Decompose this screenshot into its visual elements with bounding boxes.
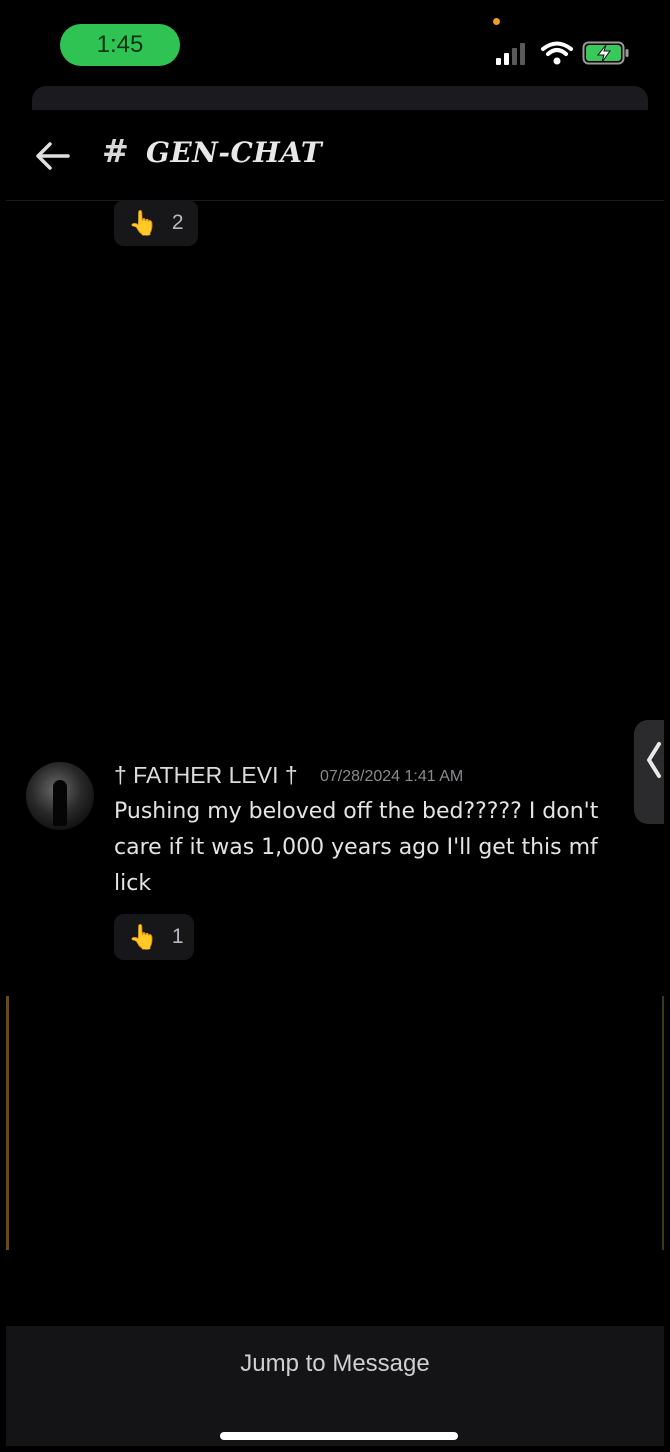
back-arrow-icon[interactable]	[34, 140, 70, 172]
jump-to-message-button[interactable]: Jump to Message	[6, 1342, 664, 1386]
channel-title[interactable]: GEN-CHAT	[146, 136, 322, 169]
status-time: 1:45	[60, 24, 180, 66]
reaction-count: 1	[171, 925, 184, 948]
message-timestamp: 07/28/2024 1:41 AM	[320, 768, 464, 785]
avatar-figure	[53, 780, 67, 826]
pointing-up-emoji-icon: 👆	[128, 923, 158, 951]
left-edge-accent	[6, 996, 9, 1250]
cellular-signal-icon	[496, 43, 525, 65]
message-username[interactable]: † FATHER LEVI †	[114, 762, 298, 789]
message-body: Pushing my beloved off the bed????? I do…	[114, 799, 599, 896]
right-edge-accent	[662, 996, 664, 1250]
wifi-icon	[541, 41, 573, 65]
avatar[interactable]	[26, 762, 94, 830]
sheet-edge	[32, 86, 648, 110]
reaction-button[interactable]: 👆 2	[114, 200, 198, 246]
app-frame: 1:45 # GEN-CHAT 👆 2 † FATHER LEVI † 07/2…	[6, 6, 664, 1446]
reaction-count: 2	[171, 211, 184, 234]
chevron-left-icon	[647, 742, 661, 778]
channel-header: # GEN-CHAT	[6, 110, 664, 201]
side-panel-tab[interactable]	[634, 720, 664, 824]
mic-indicator-dot	[493, 18, 500, 25]
bottom-bar: Jump to Message	[6, 1326, 664, 1446]
battery-charging-icon	[582, 41, 629, 65]
reaction-button[interactable]: 👆 1	[114, 914, 194, 960]
channel-hash-icon: #	[102, 132, 129, 170]
home-indicator[interactable]	[220, 1432, 458, 1440]
pointing-up-emoji-icon: 👆	[128, 209, 158, 237]
